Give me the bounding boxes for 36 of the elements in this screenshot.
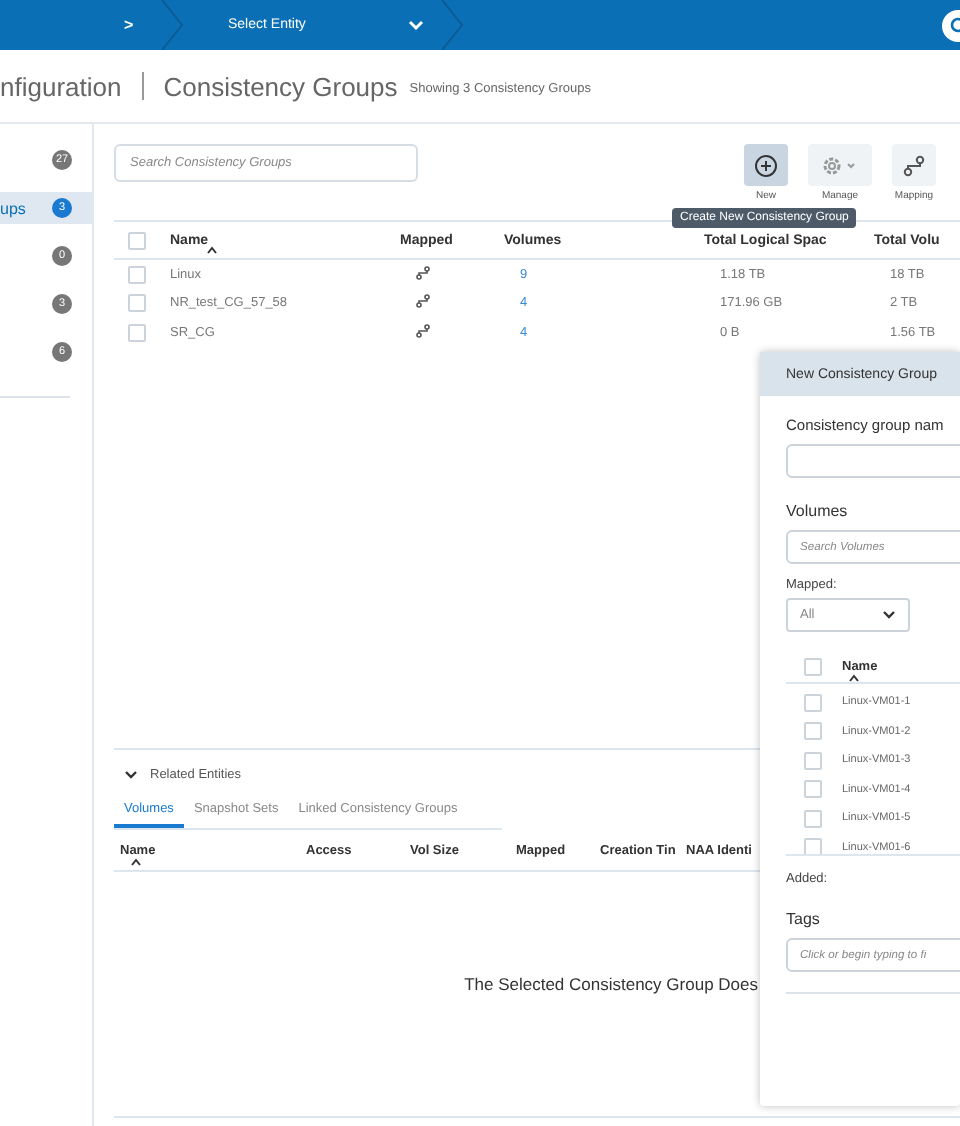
row-checkbox[interactable] [804, 838, 822, 854]
field-label: Tags [786, 910, 820, 928]
manage-button[interactable] [808, 144, 872, 186]
mapping-button[interactable] [892, 144, 936, 186]
connection-icon [902, 153, 926, 177]
caret-icon[interactable] [124, 770, 138, 780]
sort-ascending-icon [130, 858, 142, 866]
chevron-divider-icon [440, 0, 464, 50]
page-title: Consistency Groups [163, 71, 398, 101]
section-title: nfiguration [0, 71, 122, 101]
gear-icon [820, 153, 860, 177]
empty-message: The Selected Consistency Group Does [464, 974, 758, 994]
row-checkbox[interactable] [128, 294, 146, 313]
caret-icon [882, 610, 896, 620]
select-all-checkbox[interactable] [804, 657, 822, 675]
breadcrumb-separator: > [124, 16, 136, 34]
chevron-divider-icon [160, 0, 184, 50]
sort-ascending-icon [848, 674, 860, 682]
row-checkbox[interactable] [804, 780, 822, 799]
mapped-icon [416, 265, 430, 280]
row-checkbox[interactable] [804, 722, 822, 741]
field-label: Volumes [786, 502, 848, 520]
row-checkbox[interactable] [128, 265, 146, 284]
row-checkbox[interactable] [804, 693, 822, 712]
caret-icon [408, 19, 424, 31]
mapped-icon [416, 294, 430, 309]
plus-circle-icon [754, 153, 778, 177]
mapped-icon [416, 323, 430, 338]
sort-ascending-icon [206, 246, 218, 254]
name-field[interactable] [786, 444, 960, 478]
select-all-checkbox[interactable] [128, 231, 146, 249]
row-checkbox[interactable] [128, 323, 146, 342]
search-icon[interactable] [940, 9, 960, 41]
new-button[interactable] [744, 144, 788, 186]
row-checkbox[interactable] [804, 751, 822, 770]
row-checkbox[interactable] [804, 809, 822, 828]
